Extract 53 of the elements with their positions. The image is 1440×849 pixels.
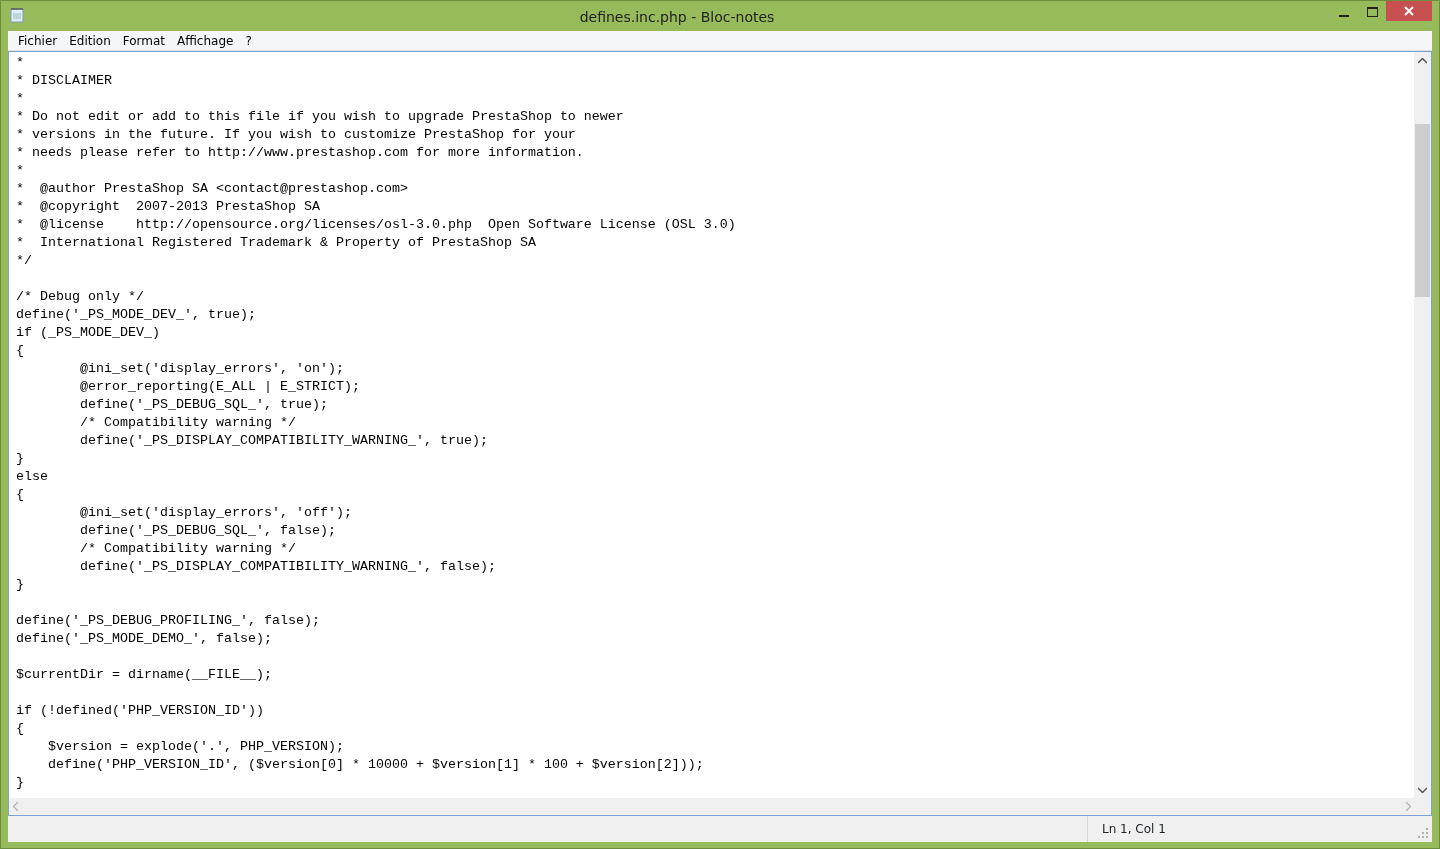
close-button[interactable] — [1386, 1, 1432, 21]
code-line: else — [16, 468, 49, 486]
code-line: * — [16, 54, 25, 72]
code-line: * needs please refer to http://www.prestashop.com for more information. — [16, 144, 585, 162]
scrollbar-thumb[interactable] — [1415, 124, 1430, 297]
code-line: { — [16, 486, 25, 504]
code-line: if (_PS_MODE_DEV_) — [16, 324, 161, 342]
code-line: define('_PS_MODE_DEV_', true); — [16, 306, 257, 324]
code-line: @error_reporting(E_ALL | E_STRICT); — [79, 378, 361, 396]
close-icon — [1404, 6, 1414, 16]
scroll-up-icon[interactable] — [1418, 57, 1427, 64]
code-line: define('_PS_DEBUG_PROFILING_', false); — [16, 612, 321, 630]
code-line: /* Compatibility warning */ — [79, 414, 297, 432]
menu-item[interactable]: Format — [116, 31, 172, 50]
code-line: @ini_set('display_errors', 'on'); — [79, 360, 345, 378]
code-line: * — [16, 162, 25, 180]
code-line: * @copyright 2007-2013 PrestaShop SA — [16, 198, 321, 216]
scroll-down-icon[interactable] — [1418, 786, 1427, 793]
code-line: define('_PS_DISPLAY_COMPATIBILITY_WARNING_', true); — [79, 432, 489, 450]
code-line: * International Registered Trademark & Property of PrestaShop SA — [16, 234, 537, 252]
resize-grip-icon[interactable] — [1418, 828, 1428, 838]
code-line: define('PHP_VERSION_ID', ($version[0] * 10000 + $version[1] * 100 + $version[2])); — [47, 756, 705, 774]
code-line: /* Compatibility warning */ — [79, 540, 297, 558]
code-line: * @author PrestaShop SA <contact@prestashop.com> — [16, 180, 409, 198]
code-line: * — [16, 90, 25, 108]
code-line: * Do not edit or add to this file if you wish to upgrade PrestaShop to newer — [16, 108, 625, 126]
code-line: if (!defined('PHP_VERSION_ID')) — [16, 702, 265, 720]
minimize-icon — [1339, 15, 1349, 17]
code-line: */ — [16, 252, 33, 270]
code-line: $currentDir = dirname(__FILE__); — [16, 666, 273, 684]
code-line: } — [16, 774, 25, 792]
code-line: $version = explode('.', PHP_VERSION); — [47, 738, 345, 756]
code-line: } — [16, 450, 25, 468]
code-line: } — [16, 576, 25, 594]
code-line: /* Debug only */ — [16, 288, 145, 306]
code-line: * DISCLAIMER — [16, 72, 113, 90]
menu-item[interactable]: Edition — [63, 31, 117, 50]
code-line: define('_PS_DEBUG_SQL_', false); — [79, 522, 337, 540]
maximize-icon — [1366, 7, 1378, 17]
code-line: * versions in the future. If you wish to customize PrestaShop for your — [16, 126, 577, 144]
code-line: @ini_set('display_errors', 'off'); — [79, 504, 353, 522]
code-line: { — [16, 342, 25, 360]
code-line: define('_PS_DISPLAY_COMPATIBILITY_WARNING_', false); — [79, 558, 497, 576]
notepad-icon — [10, 7, 24, 23]
menu-item[interactable]: Affichage — [171, 31, 240, 50]
code-line: * @license http://opensource.org/licenses/osl-3.0.php Open Software License (OSL 3.0) — [16, 216, 737, 234]
code-line: define('_PS_MODE_DEMO_', false); — [16, 630, 273, 648]
menu-item[interactable]: Fichier — [12, 31, 64, 50]
code-line: define('_PS_DEBUG_SQL_', true); — [79, 396, 329, 414]
code-line: { — [16, 720, 25, 738]
cursor-position: Ln 1, Col 1 — [1102, 821, 1166, 838]
window-title: defines.inc.php - Bloc-notes — [578, 8, 776, 27]
menu-item[interactable]: ? — [239, 31, 258, 50]
